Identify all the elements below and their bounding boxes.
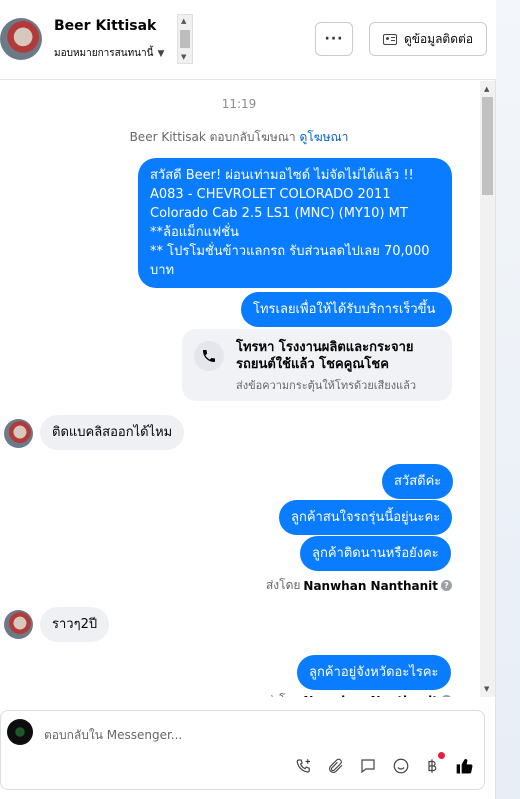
assign-label: มอบหมายการสนทนานี้: [54, 48, 154, 59]
phone-icon: [194, 341, 224, 371]
background-strip: [496, 0, 520, 799]
outgoing-message[interactable]: ลูกค้าติดนานหรือยังคะ: [300, 536, 451, 571]
notification-dot: [438, 752, 445, 759]
info-icon[interactable]: ?: [441, 580, 452, 591]
scroll-up-arrow-icon[interactable]: ▲: [484, 85, 489, 93]
scroll-down-arrow-icon[interactable]: ▼: [484, 685, 489, 693]
outgoing-message[interactable]: สวัสดี Beer! ผ่อนเท่ามอไซด์ ไม่จัดไม่ได้…: [138, 158, 452, 288]
page-avatar: [7, 719, 33, 745]
ad-reply-note: Beer Kittisak ตอบกลับโฆษณา ดูโฆษณา: [0, 128, 478, 147]
incoming-message[interactable]: ราวๆ2ปี: [40, 607, 110, 642]
sent-by-prefix: ส่งโดย: [266, 691, 300, 697]
ad-reply-text: Beer Kittisak ตอบกลับโฆษณา: [129, 130, 296, 144]
outgoing-message[interactable]: โทรเลยเพื่อให้ได้รับบริการเร็วขึ้น: [241, 292, 452, 327]
view-contact-info-button[interactable]: ดูข้อมูลติดต่อ: [369, 22, 487, 56]
outgoing-message[interactable]: ลูกค้าอยู่จังหวัดอะไรคะ: [297, 655, 451, 690]
reply-input[interactable]: ตอบกลับใน Messenger...: [44, 726, 182, 745]
sender-name: Nanwhan Nanthanit: [303, 694, 438, 698]
sender-name: Nanwhan Nanthanit: [303, 578, 438, 593]
chat-bubble-icon[interactable]: [357, 755, 379, 777]
assign-scrollbar[interactable]: ▲ ▼: [177, 14, 193, 64]
call-card-subtitle: ส่งข้อความกระตุ้นให้โทรด้วยเสียงแล้ว: [236, 379, 417, 392]
contact-avatar[interactable]: [0, 18, 42, 60]
chevron-down-icon: ▼: [157, 48, 165, 59]
contact-avatar-small[interactable]: [4, 610, 33, 639]
paperclip-icon[interactable]: [325, 755, 347, 777]
sent-by-prefix: ส่งโดย: [265, 578, 301, 592]
assign-conversation-dropdown[interactable]: มอบหมายการสนทนานี้ ▼: [54, 46, 164, 61]
thread-scrollbar[interactable]: ▲ ▼: [480, 81, 495, 697]
scroll-down-arrow-icon[interactable]: ▼: [181, 53, 186, 61]
scroll-up-arrow-icon[interactable]: ▲: [181, 17, 186, 25]
outgoing-message[interactable]: ลูกค้าสนใจรถรุ่นนี้อยู่นะคะ: [279, 500, 453, 535]
outgoing-message[interactable]: สวัสดีค่ะ: [382, 464, 454, 499]
contact-card-icon: [382, 33, 397, 45]
conversation-header: Beer Kittisak มอบหมายการสนทนานี้ ▼ ▲ ▼ ·…: [0, 0, 496, 80]
call-request-card[interactable]: โทรหา โรงงานผลิตและกระจายรถยนต์ใช้แล้ว โ…: [182, 329, 452, 401]
scroll-thumb[interactable]: [482, 97, 493, 195]
sent-by-label: ส่งโดย Nanwhan Nanthanit ?: [266, 576, 452, 595]
timestamp: 11:19: [221, 97, 257, 111]
message-thread[interactable]: 11:19 Beer Kittisak ตอบกลับโฆษณา ดูโฆษณา…: [0, 81, 478, 697]
more-options-button[interactable]: ···: [315, 22, 353, 56]
phone-add-icon[interactable]: [293, 755, 315, 777]
call-card-title: โทรหา โรงงานผลิตและกระจายรถยนต์ใช้แล้ว โ…: [236, 340, 414, 372]
incoming-message[interactable]: ติดแบคลิสออกได้ไหม: [40, 415, 185, 450]
more-icon: ···: [324, 31, 344, 47]
sent-by-label: ส่งโดย Nanwhan Nanthanit ?: [266, 691, 452, 697]
view-ad-link[interactable]: ดูโฆษณา: [299, 130, 348, 144]
scroll-thumb[interactable]: [180, 30, 190, 48]
info-icon[interactable]: ?: [441, 695, 452, 697]
contact-name[interactable]: Beer Kittisak: [54, 18, 156, 34]
contact-avatar-small[interactable]: [4, 419, 33, 448]
conversation-panel: Beer Kittisak มอบหมายการสนทนานี้ ▼ ▲ ▼ ·…: [0, 0, 496, 799]
emoji-icon[interactable]: [390, 755, 412, 777]
view-contact-info-label: ดูข้อมูลติดต่อ: [403, 31, 474, 46]
thumbs-up-icon[interactable]: [454, 755, 476, 777]
message-composer[interactable]: ตอบกลับใน Messenger...: [0, 710, 485, 790]
